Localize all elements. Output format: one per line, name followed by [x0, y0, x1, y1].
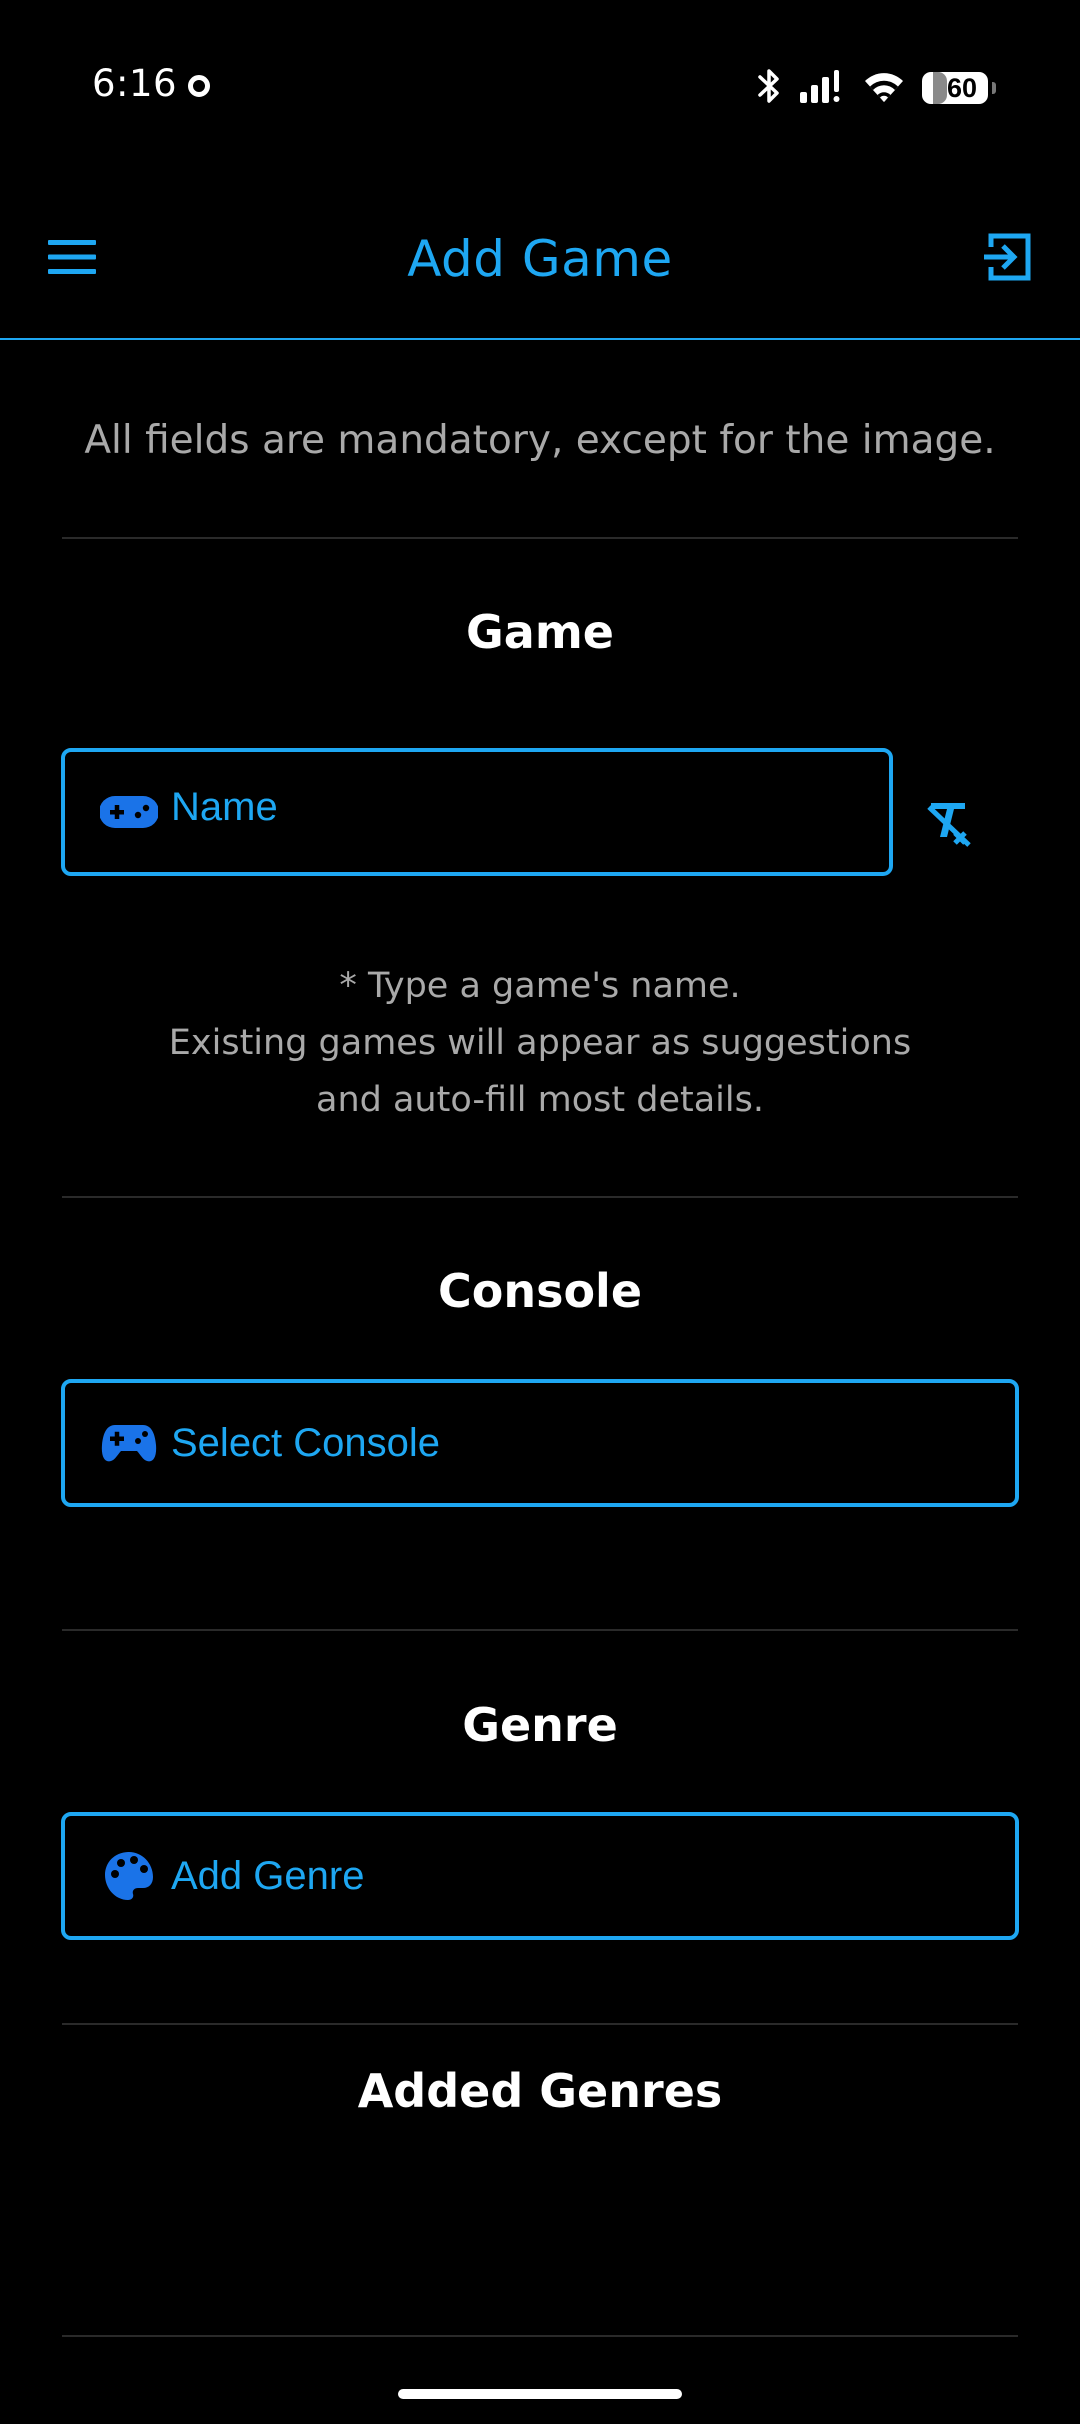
mandatory-fields-note: All fields are mandatory, except for the…: [84, 418, 996, 463]
add-genre-label: Add Genre: [171, 1853, 365, 1898]
status-time: 6:16: [92, 62, 178, 105]
battery-level: 60: [946, 72, 978, 103]
circle-notification-icon: [188, 75, 210, 97]
app-bar: Add Game: [0, 175, 1080, 340]
section-title-console: Console: [437, 1264, 643, 1318]
divider: [62, 537, 1018, 539]
controller-icon: [99, 1413, 159, 1473]
game-name-input[interactable]: Name: [61, 748, 893, 876]
wifi-icon: [862, 68, 906, 108]
section-title-genre: Genre: [462, 1698, 618, 1752]
select-console-field[interactable]: Select Console: [61, 1379, 1019, 1507]
select-console-label: Select Console: [171, 1420, 441, 1465]
add-genre-field[interactable]: Add Genre: [61, 1812, 1019, 1940]
divider: [62, 1196, 1018, 1198]
page-title: Add Game: [407, 230, 673, 288]
game-name-hint: * Type a game's name. Existing games wil…: [0, 958, 1080, 1129]
section-title-game: Game: [466, 605, 614, 659]
status-bar: 6:16 60: [0, 0, 1080, 175]
signal-icon: [798, 68, 846, 108]
logout-button[interactable]: [974, 227, 1040, 287]
status-icons: 60: [756, 64, 996, 112]
divider: [62, 1629, 1018, 1631]
home-indicator[interactable]: [398, 2389, 682, 2399]
game-name-placeholder: Name: [171, 784, 278, 829]
hint-line: * Type a game's name.: [339, 966, 741, 1006]
bluetooth-icon: [756, 66, 782, 110]
divider: [62, 2023, 1018, 2025]
exit-icon: [984, 233, 1031, 281]
section-title-added-genres: Added Genres: [357, 2064, 723, 2118]
clear-format-icon: [927, 803, 971, 847]
hint-line: Existing games will appear as suggestion…: [168, 1023, 912, 1063]
battery-icon: 60: [922, 72, 996, 104]
palette-icon: [99, 1846, 159, 1906]
battery-empty-segment: [932, 72, 947, 104]
divider: [62, 2335, 1018, 2337]
gamepad-icon: [99, 782, 159, 842]
clear-format-button[interactable]: [918, 790, 984, 856]
hint-line: and auto-fill most details.: [316, 1080, 764, 1120]
